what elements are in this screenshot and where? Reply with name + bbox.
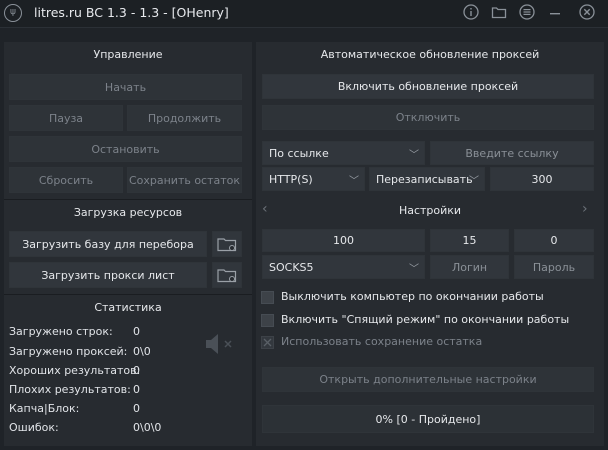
stat-value: 0	[133, 364, 140, 377]
sound-muted-icon[interactable]	[204, 332, 236, 356]
menu-icon[interactable]	[518, 4, 536, 22]
control-header: Управление	[93, 48, 163, 61]
progress-bar: 0% [0 - Пройдено]	[262, 405, 594, 433]
load-proxy-button[interactable]: Загрузить прокси лист	[9, 262, 207, 288]
stop-button[interactable]: Остановить	[9, 136, 242, 162]
retries-input[interactable]: 0	[514, 229, 594, 252]
proxy-type-value: HTTP(S)	[269, 172, 313, 186]
stat-label: Ошибок:	[9, 421, 59, 434]
chevron-right-icon[interactable]: ›	[582, 201, 588, 217]
divider	[4, 199, 252, 200]
stat-label: Загружено строк:	[9, 325, 113, 338]
write-mode-value: Перезаписывать	[376, 172, 473, 186]
disable-button[interactable]: Отключить	[262, 105, 594, 130]
reset-button[interactable]: Сбросить	[9, 167, 123, 193]
stat-label: Капча|Блок:	[9, 402, 80, 415]
pause-button[interactable]: Пауза	[9, 105, 123, 131]
stat-label: Загружено проксей:	[9, 345, 128, 358]
socks-type-value: SOCKS5	[269, 260, 314, 274]
password-input[interactable]: Пароль	[514, 255, 594, 279]
folder-icon[interactable]	[490, 4, 508, 22]
divider	[4, 294, 252, 295]
close-icon[interactable]	[578, 4, 596, 22]
stat-label: Хороших результатов:	[9, 364, 141, 377]
shutdown-checkbox[interactable]	[261, 291, 274, 304]
chevron-down-icon: ﹀	[349, 176, 359, 187]
stats-header: Статистика	[94, 301, 162, 314]
app-logo-icon: ψ	[4, 4, 22, 22]
browse-proxy-folder-icon[interactable]	[212, 262, 242, 288]
chevron-down-icon: ﹀	[409, 264, 419, 275]
sleep-label: Включить "Спящий режим" по окончании раб…	[281, 313, 570, 326]
browse-base-folder-icon[interactable]	[212, 231, 242, 257]
save-rest-label: Использовать сохранение остатка	[281, 335, 483, 348]
proxy-update-header: Автоматическое обновление проксей	[320, 48, 540, 61]
login-input[interactable]: Логин	[430, 255, 509, 279]
settings-header: Настройки	[398, 204, 462, 217]
stat-value: 0	[133, 402, 140, 415]
save-rest-button[interactable]: Сохранить остаток	[127, 167, 242, 193]
info-icon[interactable]	[462, 4, 480, 22]
resume-button[interactable]: Продолжить	[127, 105, 242, 131]
stat-value: 0\0\0	[133, 421, 162, 434]
url-input[interactable]: Введите ссылку	[430, 141, 594, 165]
stat-label: Плохих результатов:	[9, 383, 131, 396]
more-settings-button[interactable]: Открыть дополнительные настройки	[262, 367, 594, 392]
window-title: litres.ru BC 1.3 - 1.3 - [OHenry]	[34, 5, 229, 20]
stat-value: 0	[133, 383, 140, 396]
shutdown-label: Выключить компьютер по окончании работы	[281, 290, 544, 303]
source-select-value: По ссылке	[269, 146, 329, 160]
chevron-down-icon: ﹀	[409, 150, 419, 161]
proxy-type-select[interactable]: HTTP(S) ﹀	[262, 167, 365, 191]
minimize-icon[interactable]	[546, 4, 564, 22]
source-select[interactable]: По ссылке ﹀	[262, 141, 425, 165]
start-button[interactable]: Начать	[9, 74, 242, 100]
threads-input[interactable]: 100	[262, 229, 425, 252]
enable-update-button[interactable]: Включить обновление проксей	[262, 74, 594, 99]
resources-header: Загрузка ресурсов	[73, 206, 183, 219]
load-base-button[interactable]: Загрузить базу для перебора	[9, 231, 207, 257]
write-mode-select[interactable]: Перезаписывать ﹀	[369, 167, 485, 191]
chevron-down-icon: ﹀	[469, 176, 479, 187]
timeout-input[interactable]: 15	[430, 229, 509, 252]
stat-value: 0\0	[133, 345, 151, 358]
socks-type-select[interactable]: SOCKS5 ﹀	[262, 255, 425, 279]
stat-value: 0	[133, 325, 140, 338]
interval-input[interactable]: 300	[490, 167, 594, 191]
save-rest-checkbox[interactable]	[261, 336, 274, 349]
sleep-checkbox[interactable]	[261, 314, 274, 327]
